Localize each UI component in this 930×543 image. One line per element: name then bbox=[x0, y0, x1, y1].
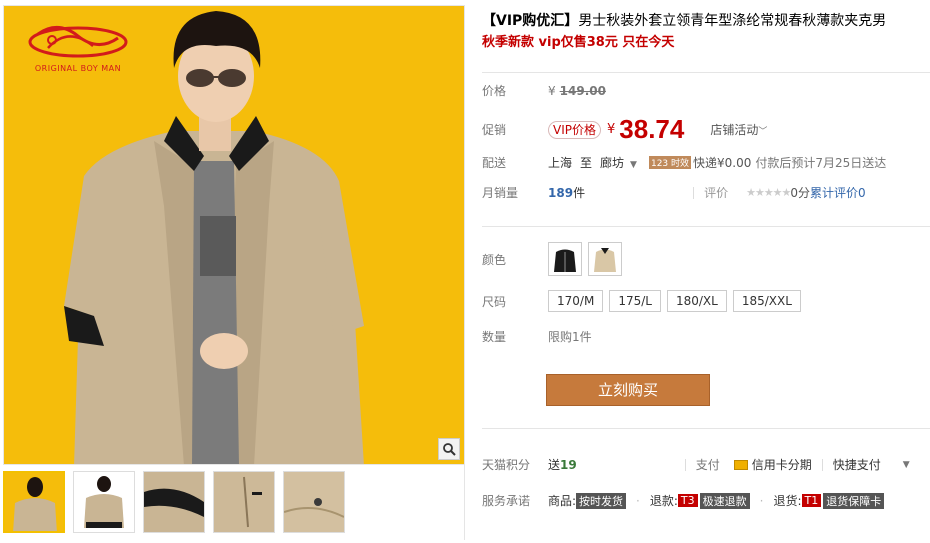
caret-down-icon: ▼ bbox=[630, 160, 637, 170]
review-count-link[interactable]: 累计评价0 bbox=[810, 184, 866, 201]
divider bbox=[821, 458, 823, 471]
buy-now-button[interactable]: 立刻购买 bbox=[546, 374, 710, 406]
caret-down-icon[interactable]: ▼ bbox=[903, 460, 910, 470]
points-label: 天猫积分 bbox=[482, 458, 531, 472]
thumbnail-2[interactable] bbox=[73, 471, 135, 533]
sales-row: 月销量 189 件 评价 ★★★★★ 0分 累计评价0 bbox=[482, 184, 866, 201]
title-prefix: 【VIP购优汇】 bbox=[482, 13, 579, 29]
ship-from: 上海 bbox=[548, 156, 573, 170]
size-row: 尺码 170/M 175/L 180/XL 185/XXL bbox=[482, 290, 807, 312]
color-row: 颜色 bbox=[482, 242, 628, 276]
product-page: ORIGINAL BOY MAN 【VIP购优汇】男士秋装外套立领青年型涤纶常规… bbox=[0, 0, 930, 543]
points-value: 19 bbox=[560, 457, 577, 472]
ship-to: 廊坊 bbox=[600, 156, 625, 170]
size-label: 尺码 bbox=[482, 294, 507, 309]
credit-card-icon bbox=[733, 459, 748, 470]
return-word: 退货: bbox=[773, 494, 802, 508]
size-option-170-m[interactable]: 170/M bbox=[548, 290, 604, 312]
thumbnail-3[interactable] bbox=[143, 471, 205, 533]
product-title: 【VIP购优汇】男士秋装外套立领青年型涤纶常规春秋薄款夹克男 bbox=[482, 10, 930, 32]
quantity-limit: 限购1件 bbox=[548, 330, 592, 344]
original-price-currency: ¥ bbox=[548, 83, 556, 98]
chevron-down-icon: ﹀ bbox=[758, 127, 768, 137]
service-sep: · bbox=[636, 493, 640, 508]
thumbnail-5[interactable] bbox=[283, 471, 345, 533]
shipping-label: 配送 bbox=[482, 156, 507, 170]
divider bbox=[482, 72, 930, 73]
quick-pay[interactable]: 快捷支付 bbox=[833, 456, 881, 473]
thumbnail-strip bbox=[3, 471, 345, 533]
gallery-divider bbox=[464, 5, 465, 540]
product-info: 【VIP购优汇】男士秋装外套立领青年型涤纶常规春秋薄款夹克男 秋季新款 vip仅… bbox=[482, 10, 930, 509]
promo-price-row: 促销 VIP价格 ¥ 38.74 店铺活动﹀ bbox=[482, 114, 767, 145]
original-price-label: 价格 bbox=[482, 84, 507, 98]
product-subtitle: 秋季新款 vip仅售38元 只在今天 bbox=[482, 35, 675, 50]
ship-to-word: 至 bbox=[580, 156, 593, 170]
title-text: 男士秋装外套立领青年型涤纶常规春秋薄款夹克男 bbox=[578, 13, 887, 29]
rating-stars: ★★★★★ bbox=[746, 186, 791, 199]
refund-word: 退款: bbox=[649, 494, 678, 508]
color-swatch-khaki[interactable] bbox=[588, 242, 622, 276]
monthly-sales-unit: 件 bbox=[573, 186, 586, 200]
service-label: 服务承诺 bbox=[482, 494, 531, 508]
size-option-175-l[interactable]: 175/L bbox=[609, 290, 661, 312]
store-activity-dropdown[interactable]: 店铺活动﹀ bbox=[710, 121, 767, 138]
current-price: 38.74 bbox=[619, 114, 685, 144]
zoom-button[interactable] bbox=[438, 438, 460, 460]
model-photo bbox=[64, 11, 364, 464]
shipping-row: 配送 上海 至 廊坊 ▼ 123 时效 快递¥0.00 付款后预计7月25日送达 bbox=[482, 154, 886, 171]
review-label: 评价 bbox=[704, 186, 729, 200]
price-currency: ¥ bbox=[607, 122, 616, 137]
on-time-badge[interactable]: 按时发货 bbox=[576, 492, 627, 509]
magnifier-icon bbox=[443, 443, 456, 456]
divider bbox=[693, 186, 695, 199]
thumbnail-1[interactable] bbox=[3, 471, 65, 533]
service-sep: · bbox=[759, 493, 764, 508]
refund-tag: T3 bbox=[677, 494, 698, 507]
main-product-image[interactable]: ORIGINAL BOY MAN bbox=[3, 5, 465, 465]
timeliness-badge: 123 时效 bbox=[648, 156, 692, 169]
promo-label: 促销 bbox=[482, 123, 507, 137]
size-option-185-xxl[interactable]: 185/XXL bbox=[732, 290, 801, 312]
vip-price-tag: VIP价格 bbox=[548, 120, 601, 139]
color-label: 颜色 bbox=[482, 252, 507, 267]
divider bbox=[684, 458, 686, 471]
color-swatch-black[interactable] bbox=[548, 242, 582, 276]
credit-installment[interactable]: 信用卡分期 bbox=[752, 456, 812, 473]
quantity-label: 数量 bbox=[482, 330, 507, 344]
product-gallery: ORIGINAL BOY MAN bbox=[3, 5, 465, 540]
quantity-row: 数量 限购1件 bbox=[482, 328, 592, 345]
size-option-180-xl[interactable]: 180/XL bbox=[666, 290, 727, 312]
refund-text[interactable]: 极速退款 bbox=[699, 492, 750, 509]
divider bbox=[482, 428, 930, 429]
divider bbox=[482, 226, 930, 227]
express-fee: 快递¥0.00 bbox=[693, 156, 752, 170]
points-payment-row: 天猫积分 送 19 支付 信用卡分期 快捷支付 ▼ bbox=[482, 456, 910, 473]
monthly-sales-label: 月销量 bbox=[482, 186, 519, 200]
service-row: 服务承诺 商品: 按时发货 · 退款: T3 极速退款 · 退货: T1 退货保障卡 bbox=[482, 492, 885, 509]
goods-word: 商品: bbox=[548, 494, 577, 508]
original-price: 149.00 bbox=[559, 83, 606, 98]
monthly-sales-count: 189 bbox=[548, 185, 574, 200]
return-text[interactable]: 退货保障卡 bbox=[823, 492, 885, 509]
delivery-eta: 付款后预计7月25日送达 bbox=[755, 156, 887, 170]
ship-to-selector[interactable]: 廊坊 ▼ bbox=[600, 154, 649, 171]
return-tag: T1 bbox=[801, 494, 822, 507]
payment-label: 支付 bbox=[695, 458, 720, 472]
original-price-row: 价格 ¥ 149.00 bbox=[482, 82, 606, 99]
rating-score: 0分 bbox=[790, 186, 811, 200]
store-activity-label: 店铺活动 bbox=[710, 123, 759, 137]
thumbnail-4[interactable] bbox=[213, 471, 275, 533]
points-prefix: 送 bbox=[548, 458, 561, 472]
